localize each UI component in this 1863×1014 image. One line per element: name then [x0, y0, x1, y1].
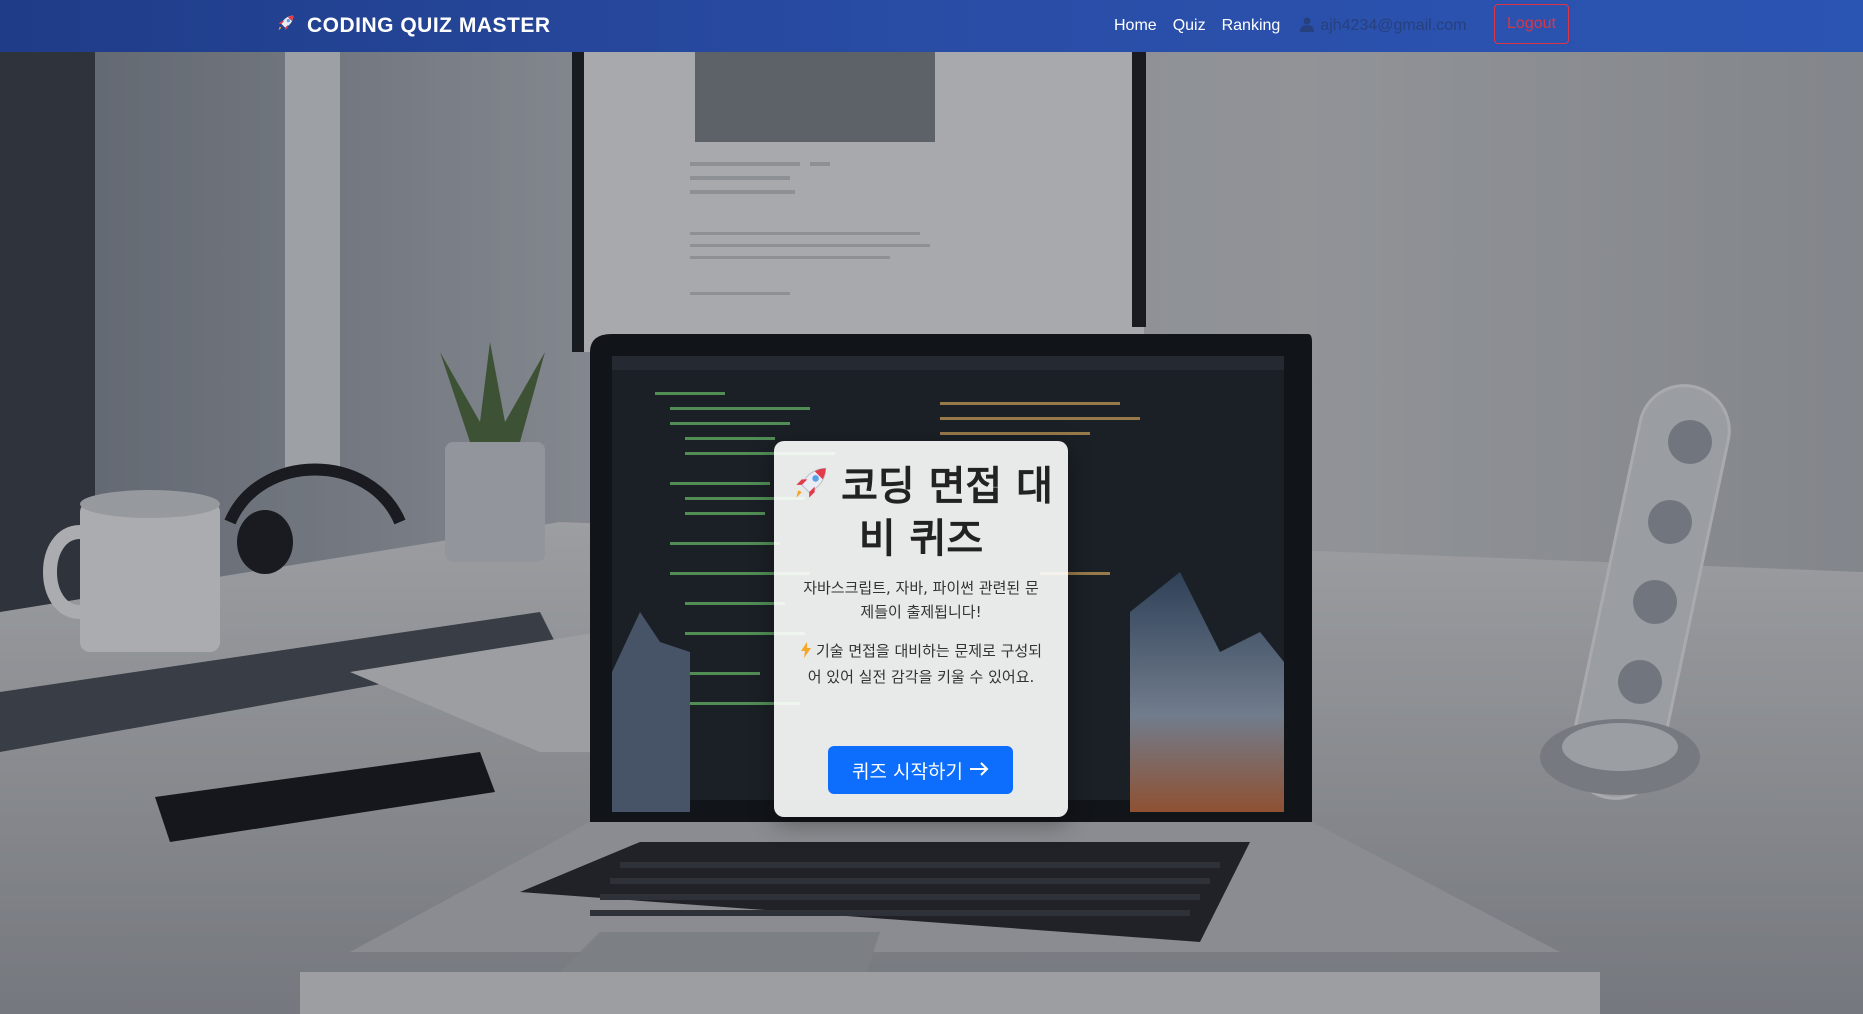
start-quiz-label: 퀴즈 시작하기	[852, 760, 963, 783]
brand-text: CODING QUIZ MASTER	[307, 14, 551, 37]
start-quiz-button[interactable]: 퀴즈 시작하기	[828, 746, 1013, 794]
arrow-right-icon	[969, 759, 989, 781]
logout-button[interactable]: Logout	[1494, 4, 1569, 44]
lightning-icon	[800, 641, 812, 665]
hero-note: 기술 면접을 대비하는 문제로 구성되어 있어 실전 감각을 키울 수 있어요.	[798, 639, 1044, 689]
nav-link-quiz[interactable]: Quiz	[1173, 17, 1206, 35]
hero-description: 자바스크립트, 자바, 파이썬 관련된 문제들이 출제됩니다!	[803, 579, 1039, 621]
user-info: ajh4234@gmail.com	[1300, 16, 1466, 37]
rocket-icon	[789, 461, 833, 516]
brand-logo[interactable]: CODING QUIZ MASTER	[275, 11, 551, 41]
nav-link-ranking[interactable]: Ranking	[1222, 17, 1281, 35]
hero-note-text: 기술 면접을 대비하는 문제로 구성되어 있어 실전 감각을 키울 수 있어요.	[807, 642, 1043, 686]
quiz-intro-card: 코딩 면접 대비 퀴즈 자바스크립트, 자바, 파이썬 관련된 문제들이 출제됩…	[774, 441, 1068, 817]
hero-title: 코딩 면접 대비 퀴즈	[841, 463, 1053, 563]
nav-links: Home Quiz Ranking ajh4234@gmail.com	[1114, 11, 1466, 41]
nav-link-home[interactable]: Home	[1114, 17, 1157, 35]
user-icon	[1300, 16, 1315, 37]
hero-title-block: 코딩 면접 대비 퀴즈	[774, 461, 1068, 563]
top-navbar: CODING QUIZ MASTER Home Quiz Ranking ajh…	[0, 0, 1863, 52]
rocket-icon	[275, 12, 297, 40]
user-email: ajh4234@gmail.com	[1320, 17, 1467, 34]
